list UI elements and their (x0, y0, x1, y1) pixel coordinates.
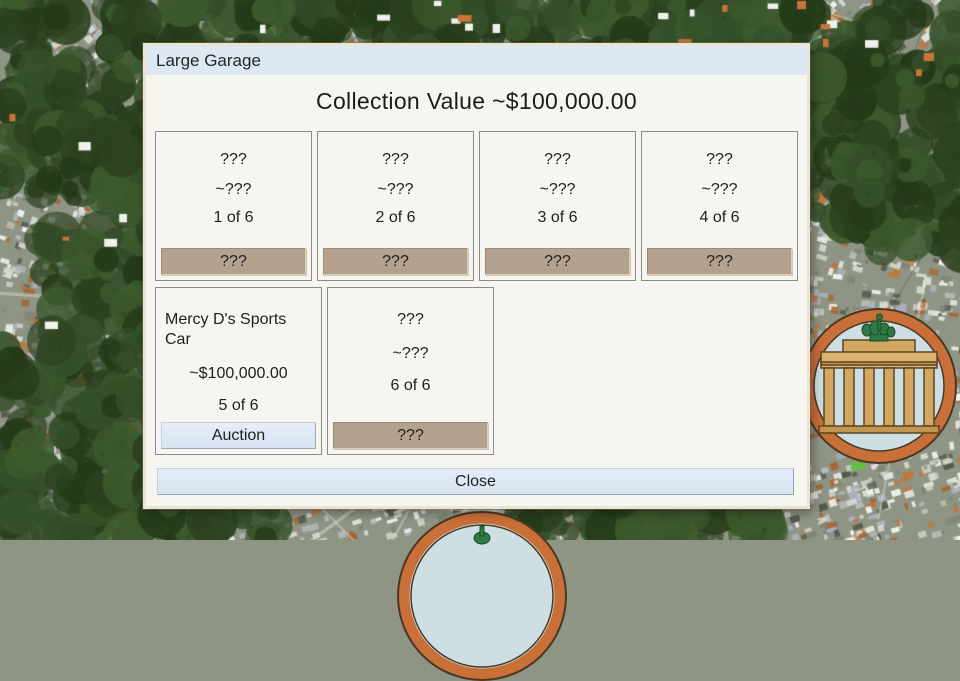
car-name: ??? (382, 151, 409, 168)
car-name: ??? (706, 151, 733, 168)
car-position: 5 of 6 (218, 397, 259, 414)
brandenburg-gate-icon (801, 308, 957, 464)
dialog-title: Large Garage (146, 46, 807, 75)
car-slot-3: ??? ~??? 3 of 6 ??? (479, 131, 636, 281)
close-button[interactable]: Close (157, 468, 794, 495)
car-name: ??? (544, 151, 571, 168)
car-position: 2 of 6 (375, 209, 416, 226)
car-slot-6: ??? ~??? 6 of 6 ??? (327, 287, 494, 455)
reveal-button[interactable]: ??? (647, 248, 792, 275)
car-position: 3 of 6 (537, 209, 578, 226)
car-slot-5: Mercy D's Sports Car ~$100,000.00 5 of 6… (155, 287, 322, 455)
car-value: ~??? (701, 181, 738, 198)
card-row-2: Mercy D's Sports Car ~$100,000.00 5 of 6… (155, 287, 798, 455)
landmark-medallion-icon (397, 511, 567, 681)
card-row-1: ??? ~??? 1 of 6 ??? ??? ~??? 2 of 6 ??? … (155, 131, 798, 281)
car-value: ~??? (539, 181, 576, 198)
reveal-button[interactable]: ??? (333, 422, 488, 449)
reveal-button[interactable]: ??? (485, 248, 630, 275)
car-position: 1 of 6 (213, 209, 254, 226)
car-value: ~??? (377, 181, 414, 198)
car-slot-2: ??? ~??? 2 of 6 ??? (317, 131, 474, 281)
car-value: ~$100,000.00 (189, 365, 288, 382)
car-name: Mercy D's Sports Car (165, 311, 287, 348)
car-name: ??? (397, 311, 424, 328)
car-value: ~??? (215, 181, 252, 198)
car-position: 6 of 6 (390, 377, 431, 394)
car-slot-4: ??? ~??? 4 of 6 ??? (641, 131, 798, 281)
auction-button[interactable]: Auction (161, 422, 316, 449)
car-grid: ??? ~??? 1 of 6 ??? ??? ~??? 2 of 6 ??? … (146, 119, 807, 455)
reveal-button[interactable]: ??? (161, 248, 306, 275)
car-value: ~??? (392, 345, 429, 362)
car-name: ??? (220, 151, 247, 168)
car-slot-1: ??? ~??? 1 of 6 ??? (155, 131, 312, 281)
reveal-button[interactable]: ??? (323, 248, 468, 275)
car-position: 4 of 6 (699, 209, 740, 226)
collection-value-heading: Collection Value ~$100,000.00 (316, 88, 637, 114)
large-garage-dialog: Large Garage Collection Value ~$100,000.… (143, 43, 810, 509)
